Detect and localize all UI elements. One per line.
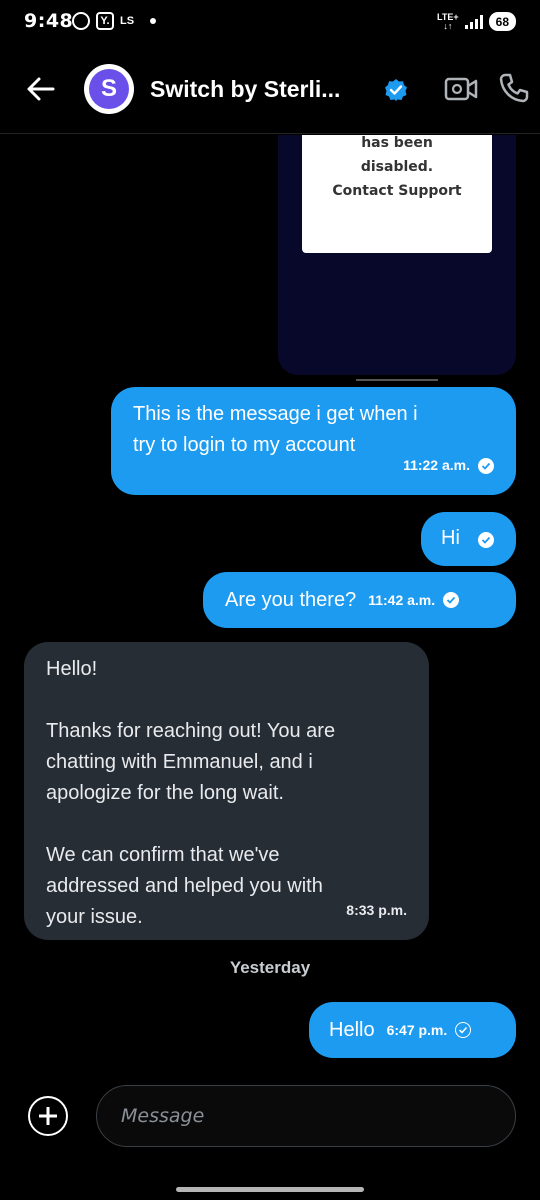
time-label: 8:33 p.m.: [346, 902, 407, 918]
message-bubble-outgoing[interactable]: Hello 6:47 p.m.: [309, 1002, 516, 1058]
home-indicator[interactable]: [176, 1187, 364, 1192]
message-text: This is the message i get when i: [133, 403, 418, 425]
message-input[interactable]: [96, 1085, 516, 1147]
message-text: We can confirm that we've: [46, 844, 280, 866]
signal-icon: [464, 14, 483, 29]
message-bubble-incoming[interactable]: Hello! Thanks for reaching out! You are …: [24, 642, 429, 940]
message-list[interactable]: has been disabled. Contact Support This …: [0, 135, 540, 1070]
read-check-icon: [443, 592, 460, 608]
message-text: Hi: [441, 527, 460, 549]
status-bar: 9:48 Y. LS LTE+ ↓↑ 68: [0, 0, 540, 48]
add-attachment-plus-icon[interactable]: [28, 1096, 68, 1136]
lte-arrows: ↓↑: [443, 20, 453, 31]
shared-screenshot-image[interactable]: has been disabled. Contact Support: [278, 135, 516, 375]
avatar[interactable]: S: [84, 64, 134, 114]
day-separator: Yesterday: [229, 958, 311, 977]
verified-badge-icon: [385, 79, 407, 101]
chat-header: S Switch by Sterli...: [0, 48, 540, 134]
yahoo-icon: Y.: [96, 12, 114, 30]
time-label: 11:42 a.m.: [368, 591, 436, 608]
screenshot-card: has been disabled. Contact Support: [302, 135, 492, 253]
video-call-icon[interactable]: [444, 74, 478, 104]
time-label: 6:47 p.m.: [386, 1021, 448, 1038]
battery-level: 68: [495, 14, 509, 29]
phone-call-icon[interactable]: [498, 72, 530, 104]
back-arrow-icon[interactable]: [26, 74, 56, 104]
message-time: 8:33 p.m.: [346, 895, 407, 926]
notification-icons: Y. LS: [72, 12, 157, 30]
battery-icon: 68: [488, 12, 516, 31]
screenshot-line: has been: [361, 135, 433, 151]
system-icons: LTE+ ↓↑ 68: [437, 12, 516, 31]
message-bubble-outgoing[interactable]: Are you there? 11:42 a.m.: [203, 572, 516, 628]
message-time: 6:47 p.m.: [387, 1015, 472, 1046]
message-time: 11:22 a.m.: [403, 450, 494, 481]
more-notifications-dot-icon: [150, 18, 157, 24]
avatar-logo: S: [89, 69, 129, 109]
ls-icon: LS: [120, 15, 135, 27]
sent-check-icon: [455, 1022, 472, 1038]
status-time: 9:48: [24, 10, 74, 32]
time-label: 11:22 a.m.: [403, 457, 470, 473]
screenshot-line: Contact Support: [332, 183, 462, 199]
message-text: Are you there?: [225, 588, 357, 611]
message-composer: [0, 1082, 540, 1160]
contact-name[interactable]: Switch by Sterli...: [150, 76, 340, 103]
read-check-icon: [478, 457, 494, 474]
message-bubble-outgoing[interactable]: This is the message i get when i try to …: [111, 387, 516, 495]
whatsapp-icon: [72, 12, 90, 30]
message-time: 11:42 a.m.: [368, 585, 460, 616]
message-text: apologize for the long wait.: [46, 782, 284, 804]
read-check-icon: [478, 532, 494, 548]
image-divider: [356, 379, 438, 381]
message-text: Thanks for reaching out! You are: [46, 720, 336, 742]
message-text: chatting with Emmanuel, and i: [46, 751, 313, 773]
lte-icon: LTE+ ↓↑: [437, 12, 459, 31]
message-text: Hello!: [46, 658, 98, 680]
message-bubble-outgoing[interactable]: Hi: [421, 512, 516, 566]
screenshot-line: disabled.: [360, 159, 434, 175]
message-text: Hello: [329, 1018, 375, 1041]
